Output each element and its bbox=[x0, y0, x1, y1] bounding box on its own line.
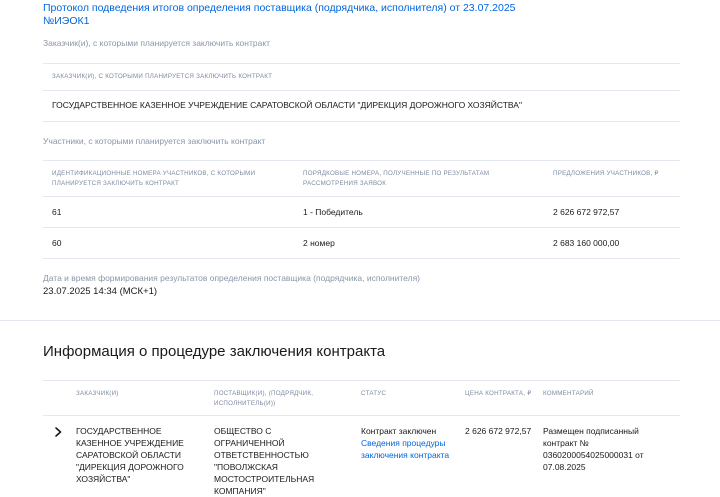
th-id-numbers: ИДЕНТИФИКАЦИОННЫЕ НОМЕРА УЧАСТНИКОВ, С К… bbox=[52, 170, 256, 187]
protocol-link[interactable]: Протокол подведения итогов определения п… bbox=[43, 2, 683, 28]
customers-caption: Заказчик(и), с которыми планируется закл… bbox=[43, 38, 271, 48]
participant-offer: 2 683 160 000,00 bbox=[553, 238, 620, 248]
contract-comment: Размещен подписанный контракт № 03602000… bbox=[543, 426, 644, 472]
section-divider bbox=[0, 320, 720, 321]
participant-id: 61 bbox=[52, 207, 62, 217]
participant-id: 60 bbox=[52, 238, 62, 248]
results-datetime-value: 23.07.2025 14:34 (МСК+1) bbox=[43, 286, 158, 297]
th-status: СТАТУС bbox=[361, 390, 387, 397]
results-datetime-caption: Дата и время формирования результатов оп… bbox=[43, 273, 421, 283]
customers-header: ЗАКАЗЧИК(И), С КОТОРЫМИ ПЛАНИРУЕТСЯ ЗАКЛ… bbox=[52, 73, 273, 80]
protocol-link-line2[interactable]: №ИЭОК1 bbox=[43, 15, 89, 27]
th-offers: ПРЕДЛОЖЕНИЯ УЧАСТНИКОВ, ₽ bbox=[553, 170, 659, 177]
contract-customer: ГОСУДАРСТВЕННОЕ КАЗЕННОЕ УЧРЕЖДЕНИЕ САРА… bbox=[76, 426, 184, 484]
divider bbox=[43, 90, 680, 91]
divider bbox=[43, 160, 680, 161]
participants-caption: Участники, с которыми планируется заключ… bbox=[43, 136, 266, 146]
contract-status-text: Контракт заключен bbox=[361, 426, 437, 436]
th-comment: КОММЕНТАРИЙ bbox=[543, 390, 594, 397]
th-supplier: ПОСТАВЩИК(И), (ПОДРЯДЧИК, ИСПОЛНИТЕЛЬ(И)… bbox=[214, 390, 314, 407]
divider bbox=[43, 415, 680, 416]
chevron-right-icon[interactable] bbox=[52, 425, 64, 437]
participant-ordinal: 2 номер bbox=[303, 238, 335, 248]
th-price: ЦЕНА КОНТРАКТА, ₽ bbox=[465, 390, 532, 397]
divider bbox=[43, 196, 680, 197]
section-title: Информация о процедуре заключения контра… bbox=[43, 343, 386, 360]
divider bbox=[43, 227, 680, 228]
protocol-link-line1[interactable]: Протокол подведения итогов определения п… bbox=[43, 2, 516, 14]
protocol-card: Протокол подведения итогов определения п… bbox=[0, 0, 720, 320]
th-ordinal: ПОРЯДКОВЫЕ НОМЕРА, ПОЛУЧЕННЫЕ ПО РЕЗУЛЬТ… bbox=[303, 170, 490, 187]
participant-offer: 2 626 672 972,57 bbox=[553, 207, 620, 217]
th-customer: ЗАКАЗЧИК(И) bbox=[76, 390, 119, 397]
contract-status: Контракт заключен Сведения процедуры зак… bbox=[361, 425, 457, 461]
divider bbox=[43, 63, 680, 64]
divider bbox=[43, 380, 680, 381]
contract-supplier: ОБЩЕСТВО С ОГРАНИЧЕННОЙ ОТВЕТСТВЕННОСТЬЮ… bbox=[214, 426, 315, 496]
participant-ordinal: 1 - Победитель bbox=[303, 207, 363, 217]
divider bbox=[43, 121, 680, 122]
contract-procedure-link[interactable]: Сведения процедуры заключения контракта bbox=[361, 438, 449, 460]
customer-name: ГОСУДАРСТВЕННОЕ КАЗЕННОЕ УЧРЕЖДЕНИЕ САРА… bbox=[52, 100, 522, 110]
divider bbox=[43, 258, 680, 259]
contract-price: 2 626 672 972,57 bbox=[465, 426, 532, 436]
